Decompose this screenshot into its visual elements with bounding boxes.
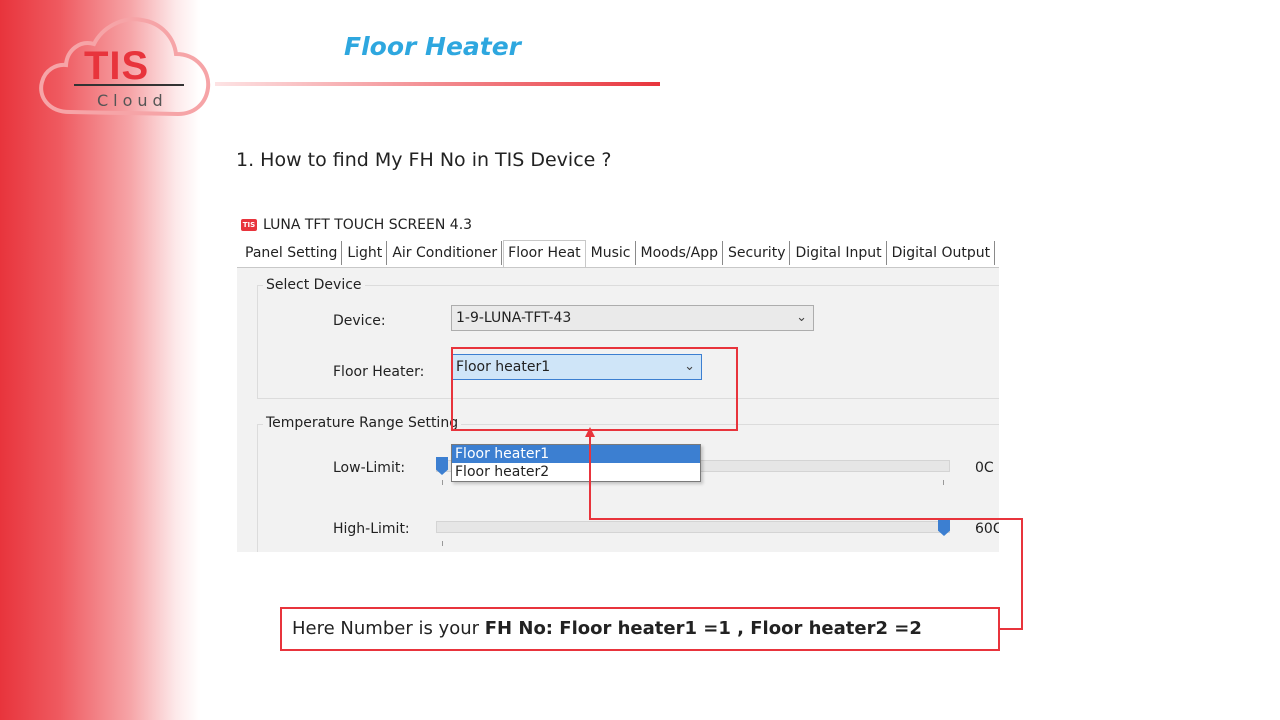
dropdown-option-floor-heater1[interactable]: Floor heater1 [452, 445, 700, 463]
device-select-value: 1-9-LUNA-TFT-43 [456, 310, 572, 326]
logo-text: TIS [84, 44, 150, 88]
note-prefix: Here Number is your [292, 618, 485, 639]
logo-subtext: Cloud [97, 91, 168, 110]
question-heading: 1. How to find My FH No in TIS Device ? [236, 149, 612, 171]
tab-light[interactable]: Light [343, 241, 388, 265]
tab-truncated[interactable]: R [996, 241, 999, 265]
tab-security[interactable]: Security [724, 241, 791, 265]
tab-moods-app[interactable]: Moods/App [637, 241, 723, 265]
window-title-bar: TIS LUNA TFT TOUCH SCREEN 4.3 [241, 216, 472, 234]
connector-line [589, 435, 591, 520]
explanation-note: Here Number is your FH No: Floor heater1… [280, 607, 1000, 651]
high-limit-slider-track[interactable] [436, 521, 950, 533]
chevron-down-icon: ⌄ [796, 310, 807, 325]
low-limit-label: Low-Limit: [333, 460, 406, 476]
temperature-range-label: Temperature Range Setting [263, 414, 462, 432]
note-bold-text: FH No: Floor heater1 =1 , Floor heater2 … [484, 618, 922, 639]
page-title: Floor Heater [344, 32, 522, 61]
floor-heater-label: Floor Heater: [333, 364, 425, 380]
connector-line [1021, 518, 1023, 630]
dropdown-option-floor-heater2[interactable]: Floor heater2 [452, 463, 700, 481]
connector-line [998, 628, 1023, 630]
tab-panel-setting[interactable]: Panel Setting [241, 241, 343, 265]
slider-tick [442, 480, 443, 485]
select-device-label: Select Device [263, 276, 365, 294]
window-title: LUNA TFT TOUCH SCREEN 4.3 [263, 217, 473, 233]
logo-divider [74, 84, 184, 86]
floor-heater-dropdown-list: Floor heater1 Floor heater2 [451, 444, 701, 482]
tab-digital-output[interactable]: Digital Output [888, 241, 996, 265]
slider-tick [943, 480, 944, 485]
tab-floor-heat[interactable]: Floor Heat [503, 240, 586, 268]
app-icon: TIS [241, 219, 257, 231]
device-label: Device: [333, 313, 386, 329]
low-limit-value: 0C [975, 460, 994, 476]
tab-bar: Panel Setting Light Air Conditioner Floo… [241, 240, 999, 268]
high-limit-value: 60C [975, 521, 999, 537]
device-select[interactable]: 1-9-LUNA-TFT-43 ⌄ [451, 305, 814, 331]
tab-music[interactable]: Music [587, 241, 636, 265]
slider-tick [442, 541, 443, 546]
tab-air-conditioner[interactable]: Air Conditioner [388, 241, 503, 265]
tab-digital-input[interactable]: Digital Input [791, 241, 887, 265]
high-limit-label: High-Limit: [333, 521, 410, 537]
connector-line [589, 518, 1023, 520]
title-underline [215, 82, 660, 86]
highlight-box [451, 347, 738, 431]
